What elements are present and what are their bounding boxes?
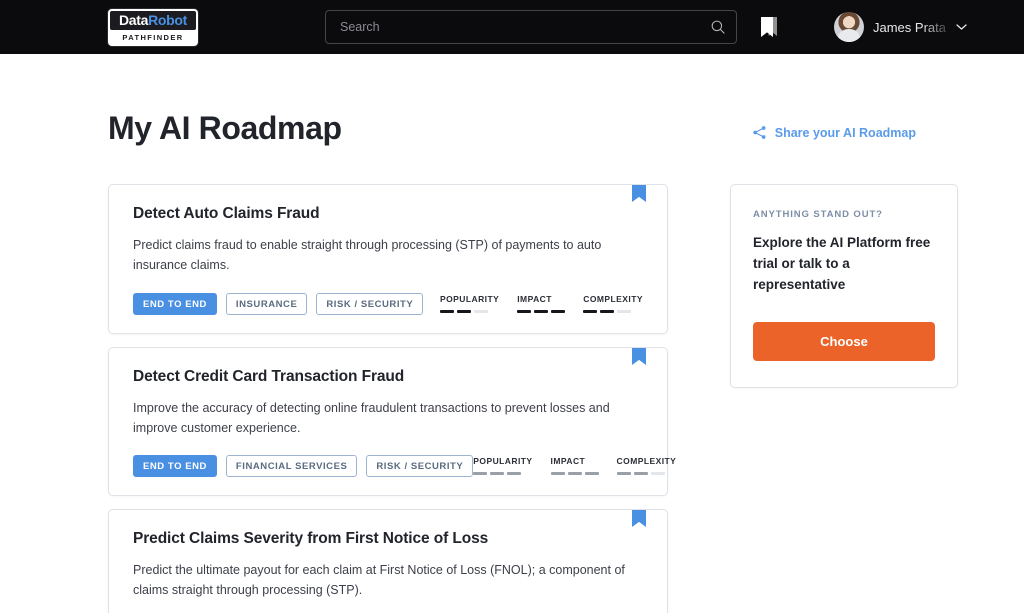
page-body: My AI Roadmap Share your AI Roadmap Dete… <box>0 54 1024 613</box>
metric-label: IMPACT <box>517 293 552 304</box>
card-description: Improve the accuracy of detecting online… <box>133 400 610 435</box>
content-area: Detect Auto Claims Fraud Predict claims f… <box>108 184 958 613</box>
card-description: Predict the ultimate payout for each cla… <box>133 563 625 598</box>
metric-bar <box>517 309 532 313</box>
share-icon <box>753 126 766 139</box>
metric-bar <box>650 472 665 475</box>
card-footer: END TO END INSURANCE RISK / SECURITY POPULA… <box>133 292 643 315</box>
roadmap-card[interactable]: Predict Claims Severity from First Notic… <box>108 509 668 613</box>
logo-text-data: Data <box>118 11 149 28</box>
bookmark-icon[interactable] <box>632 510 646 527</box>
metric-bar <box>584 472 599 475</box>
page-header-row: My AI Roadmap Share your AI Roadmap <box>108 54 916 147</box>
metric-bar <box>600 309 615 313</box>
metric-bar <box>473 472 488 475</box>
card-metrics: POPULARITY IMPACT COMPLEXITY <box>439 293 643 315</box>
search-box[interactable] <box>325 10 737 44</box>
cta-heading: Explore the AI Platform free trial or ta… <box>753 235 931 292</box>
search-input[interactable] <box>340 20 710 34</box>
metric-bar <box>473 309 488 313</box>
logo-text-robot: Robot <box>148 11 188 28</box>
share-roadmap-button[interactable]: Share your AI Roadmap <box>752 125 916 147</box>
metric-label: POPULARITY <box>439 293 500 304</box>
card-metrics: POPULARITY IMPACT COMPLEXITY <box>473 456 676 477</box>
metric-bars <box>473 472 522 475</box>
card-title: Detect Auto Claims Fraud <box>133 205 320 222</box>
roadmap-card[interactable]: Detect Credit Card Transaction Fraud Impr… <box>108 346 676 496</box>
card-tag-list: END TO END INSURANCE RISK / SECURITY <box>133 292 424 315</box>
bookmark-collection-icon[interactable] <box>758 15 780 39</box>
metric-bar <box>567 472 582 475</box>
card-tag[interactable]: FINANCIAL SERVICES <box>225 455 358 477</box>
metric-bar <box>507 472 522 475</box>
chevron-down-icon[interactable] <box>956 23 967 31</box>
card-tag[interactable]: RISK / SECURITY <box>316 292 424 315</box>
metric-bar <box>583 309 598 313</box>
metric: IMPACT <box>550 456 599 475</box>
card-tag[interactable]: INSURANCE <box>225 292 308 315</box>
metric-bar <box>551 309 566 313</box>
metric-bar <box>456 309 471 313</box>
metric-label: COMPLEXITY <box>583 293 643 304</box>
metric: COMPLEXITY <box>583 294 643 313</box>
card-description: Predict claims fraud to enable straight … <box>133 238 602 273</box>
metric: IMPACT <box>517 293 566 313</box>
metric: COMPLEXITY <box>616 456 677 475</box>
choose-button[interactable]: Choose <box>753 321 935 361</box>
avatar <box>834 12 864 42</box>
metric-bar <box>534 309 549 313</box>
logo-subtitle: PATHFINDER <box>122 32 184 42</box>
metric-bar <box>617 309 632 313</box>
card-tag[interactable]: END TO END <box>133 455 217 477</box>
roadmap-card[interactable]: Detect Auto Claims Fraud Predict claims f… <box>108 184 668 334</box>
metric-bar <box>633 472 648 475</box>
metric-bar <box>490 472 505 475</box>
user-menu[interactable]: James Prata <box>834 12 967 42</box>
metric-bar <box>439 309 454 313</box>
page-title: My AI Roadmap <box>108 110 342 146</box>
card-tag[interactable]: END TO END <box>133 292 217 315</box>
logo-wordmark: DataRobot <box>110 10 196 30</box>
roadmap-card-list: Detect Auto Claims Fraud Predict claims f… <box>108 184 676 613</box>
search-icon[interactable] <box>710 19 726 35</box>
metric-bars <box>616 472 665 475</box>
metric-bars <box>583 309 632 313</box>
metric-bars <box>517 309 566 313</box>
metric-label: IMPACT <box>550 456 586 466</box>
bookmark-icon[interactable] <box>632 347 646 365</box>
metric-label: POPULARITY <box>473 456 533 466</box>
share-roadmap-label: Share your AI Roadmap <box>774 125 916 140</box>
card-footer: END TO END FINANCIAL SERVICES RISK / SECUR… <box>133 455 676 477</box>
metric-bars <box>439 309 488 313</box>
bookmark-icon[interactable] <box>632 185 646 202</box>
metric-bar <box>616 472 631 475</box>
search-container <box>325 10 737 44</box>
cta-panel: ANYTHING STAND OUT? Explore the AI Platf… <box>730 184 958 388</box>
card-title: Detect Credit Card Transaction Fraud <box>133 367 405 385</box>
card-title: Predict Claims Severity from First Notic… <box>133 530 489 547</box>
top-navigation-bar: DataRobot PATHFINDER James Prata <box>0 0 1024 54</box>
metric: POPULARITY <box>439 293 500 313</box>
metric-bar <box>550 472 565 475</box>
cta-eyebrow: ANYTHING STAND OUT? <box>753 209 883 220</box>
user-name-label: James Prata <box>873 19 946 35</box>
metric: POPULARITY <box>473 456 532 475</box>
card-tag[interactable]: RISK / SECURITY <box>366 455 474 477</box>
metric-bars <box>550 472 599 475</box>
metric-label: COMPLEXITY <box>616 456 677 466</box>
datarobot-pathfinder-logo[interactable]: DataRobot PATHFINDER <box>108 8 198 46</box>
card-tag-list: END TO END FINANCIAL SERVICES RISK / SECUR… <box>133 455 474 477</box>
